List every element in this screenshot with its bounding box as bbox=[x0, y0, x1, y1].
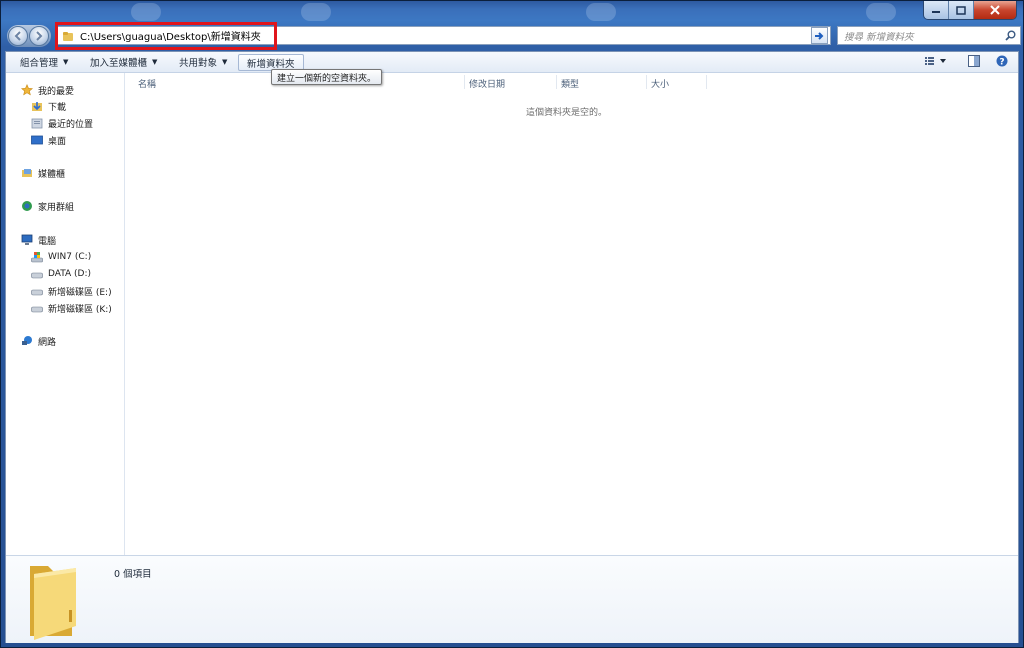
nav-drive-c-label: WIN7 (C:) bbox=[48, 252, 92, 262]
window-controls bbox=[923, 1, 1017, 20]
file-list[interactable]: 名稱 修改日期 類型 大小 這個資料夾是空的。 bbox=[126, 73, 1016, 555]
recent-places-icon bbox=[30, 117, 44, 129]
background-ghost bbox=[866, 3, 896, 21]
column-header-name[interactable]: 名稱 bbox=[138, 77, 156, 90]
nav-drive-d[interactable]: DATA (D:) bbox=[30, 267, 91, 281]
system-drive-icon bbox=[30, 251, 44, 263]
nav-favorites-label: 我的最愛 bbox=[38, 86, 75, 97]
help-button[interactable]: ? bbox=[996, 55, 1008, 70]
nav-network-label: 網路 bbox=[38, 337, 57, 348]
go-button[interactable] bbox=[811, 27, 828, 44]
background-ghost bbox=[131, 3, 161, 21]
item-count: 0 個項目 bbox=[114, 569, 152, 580]
nav-desktop-label: 桌面 bbox=[48, 136, 67, 147]
preview-pane-button[interactable] bbox=[968, 55, 980, 70]
star-icon bbox=[20, 84, 34, 96]
nav-recent[interactable]: 最近的位置 bbox=[30, 116, 93, 130]
explorer-window: C:\Users\guagua\Desktop\新增資料夾 搜尋 新增資料夾 組… bbox=[0, 0, 1024, 648]
nav-buttons bbox=[7, 25, 51, 47]
nav-downloads[interactable]: 下載 bbox=[30, 99, 66, 113]
view-list-icon bbox=[925, 57, 946, 65]
share-with-label: 共用對象 bbox=[179, 58, 218, 69]
downloads-folder-icon bbox=[30, 100, 44, 112]
view-options-button[interactable] bbox=[924, 55, 948, 70]
search-icon[interactable] bbox=[1005, 30, 1016, 44]
new-folder-label: 新增資料夾 bbox=[247, 58, 295, 70]
details-pane: 0 個項目 bbox=[6, 555, 1018, 643]
title-bar[interactable] bbox=[1, 1, 1023, 21]
minimize-icon bbox=[932, 11, 940, 13]
close-button[interactable] bbox=[974, 1, 1016, 19]
homegroup-icon bbox=[20, 200, 34, 212]
nav-desktop[interactable]: 桌面 bbox=[30, 133, 66, 147]
nav-libraries-label: 媒體櫃 bbox=[38, 169, 66, 180]
column-header-type[interactable]: 類型 bbox=[561, 77, 579, 90]
add-to-library-menu[interactable]: 加入至媒體櫃 ▼ bbox=[90, 55, 157, 69]
column-header-size[interactable]: 大小 bbox=[651, 77, 669, 90]
nav-drive-k-label: 新增磁碟區 (K:) bbox=[48, 304, 112, 315]
column-header-modified[interactable]: 修改日期 bbox=[469, 77, 505, 90]
chevron-down-icon: ▼ bbox=[222, 58, 228, 66]
forward-button[interactable] bbox=[29, 26, 49, 46]
nav-drive-c[interactable]: WIN7 (C:) bbox=[30, 250, 91, 264]
svg-text:?: ? bbox=[999, 58, 1004, 68]
nav-recent-label: 最近的位置 bbox=[48, 119, 94, 130]
explorer-content: 組合管理 ▼ 加入至媒體櫃 ▼ 共用對象 ▼ 新增資料夾 ? 建立一個新的空資料… bbox=[5, 51, 1019, 643]
add-to-library-label: 加入至媒體櫃 bbox=[90, 58, 148, 69]
drive-icon bbox=[30, 268, 44, 280]
chevron-down-icon: ▼ bbox=[152, 58, 158, 66]
chevron-down-icon: ▼ bbox=[63, 58, 69, 66]
maximize-button[interactable] bbox=[949, 1, 974, 19]
new-folder-tooltip: 建立一個新的空資料夾。 bbox=[271, 69, 383, 85]
nav-network[interactable]: 網路 bbox=[20, 334, 56, 348]
annotation-highlight-box bbox=[55, 22, 277, 50]
help-icon: ? bbox=[996, 55, 1008, 68]
close-icon bbox=[990, 5, 1000, 15]
back-arrow-icon bbox=[14, 31, 21, 41]
organize-label: 組合管理 bbox=[20, 58, 59, 69]
back-button[interactable] bbox=[8, 26, 28, 46]
background-ghost bbox=[586, 3, 616, 21]
nav-homegroup[interactable]: 家用群組 bbox=[20, 199, 74, 213]
nav-computer[interactable]: 電腦 bbox=[20, 233, 56, 247]
nav-favorites[interactable]: 我的最愛 bbox=[20, 83, 124, 97]
forward-arrow-icon bbox=[36, 31, 43, 41]
column-divider[interactable] bbox=[706, 75, 707, 89]
column-divider[interactable] bbox=[464, 75, 465, 89]
nav-downloads-label: 下載 bbox=[48, 102, 67, 113]
search-placeholder: 搜尋 新增資料夾 bbox=[844, 31, 914, 43]
drive-icon bbox=[30, 285, 44, 297]
navigation-pane: 我的最愛 下載 最近的位置 桌面 媒體櫃 家用群組 電腦 WIN7 (C:) D… bbox=[6, 73, 125, 555]
empty-folder-message: 這個資料夾是空的。 bbox=[526, 108, 608, 118]
nav-drive-e[interactable]: 新增磁碟區 (E:) bbox=[30, 284, 112, 298]
desktop-icon bbox=[30, 134, 44, 146]
computer-icon bbox=[20, 234, 34, 246]
organize-menu[interactable]: 組合管理 ▼ bbox=[20, 55, 68, 69]
nav-libraries[interactable]: 媒體櫃 bbox=[20, 166, 65, 180]
nav-drive-e-label: 新增磁碟區 (E:) bbox=[48, 287, 112, 298]
background-ghost bbox=[301, 3, 331, 21]
network-icon bbox=[20, 335, 34, 347]
minimize-button[interactable] bbox=[924, 1, 949, 19]
share-with-menu[interactable]: 共用對象 ▼ bbox=[179, 55, 227, 69]
libraries-icon bbox=[20, 167, 34, 179]
preview-pane-icon bbox=[968, 55, 980, 67]
nav-computer-label: 電腦 bbox=[38, 236, 57, 247]
nav-drive-d-label: DATA (D:) bbox=[48, 269, 92, 279]
nav-homegroup-label: 家用群組 bbox=[38, 202, 75, 213]
nav-drive-k[interactable]: 新增磁碟區 (K:) bbox=[30, 301, 112, 315]
maximize-icon bbox=[956, 5, 966, 15]
column-divider[interactable] bbox=[646, 75, 647, 89]
search-box[interactable]: 搜尋 新增資料夾 bbox=[837, 26, 1021, 45]
column-divider[interactable] bbox=[556, 75, 557, 89]
drive-icon bbox=[30, 302, 44, 314]
go-arrow-icon bbox=[815, 31, 824, 40]
large-folder-icon bbox=[30, 566, 76, 640]
command-bar: 組合管理 ▼ 加入至媒體櫃 ▼ 共用對象 ▼ 新增資料夾 ? bbox=[6, 52, 1018, 73]
